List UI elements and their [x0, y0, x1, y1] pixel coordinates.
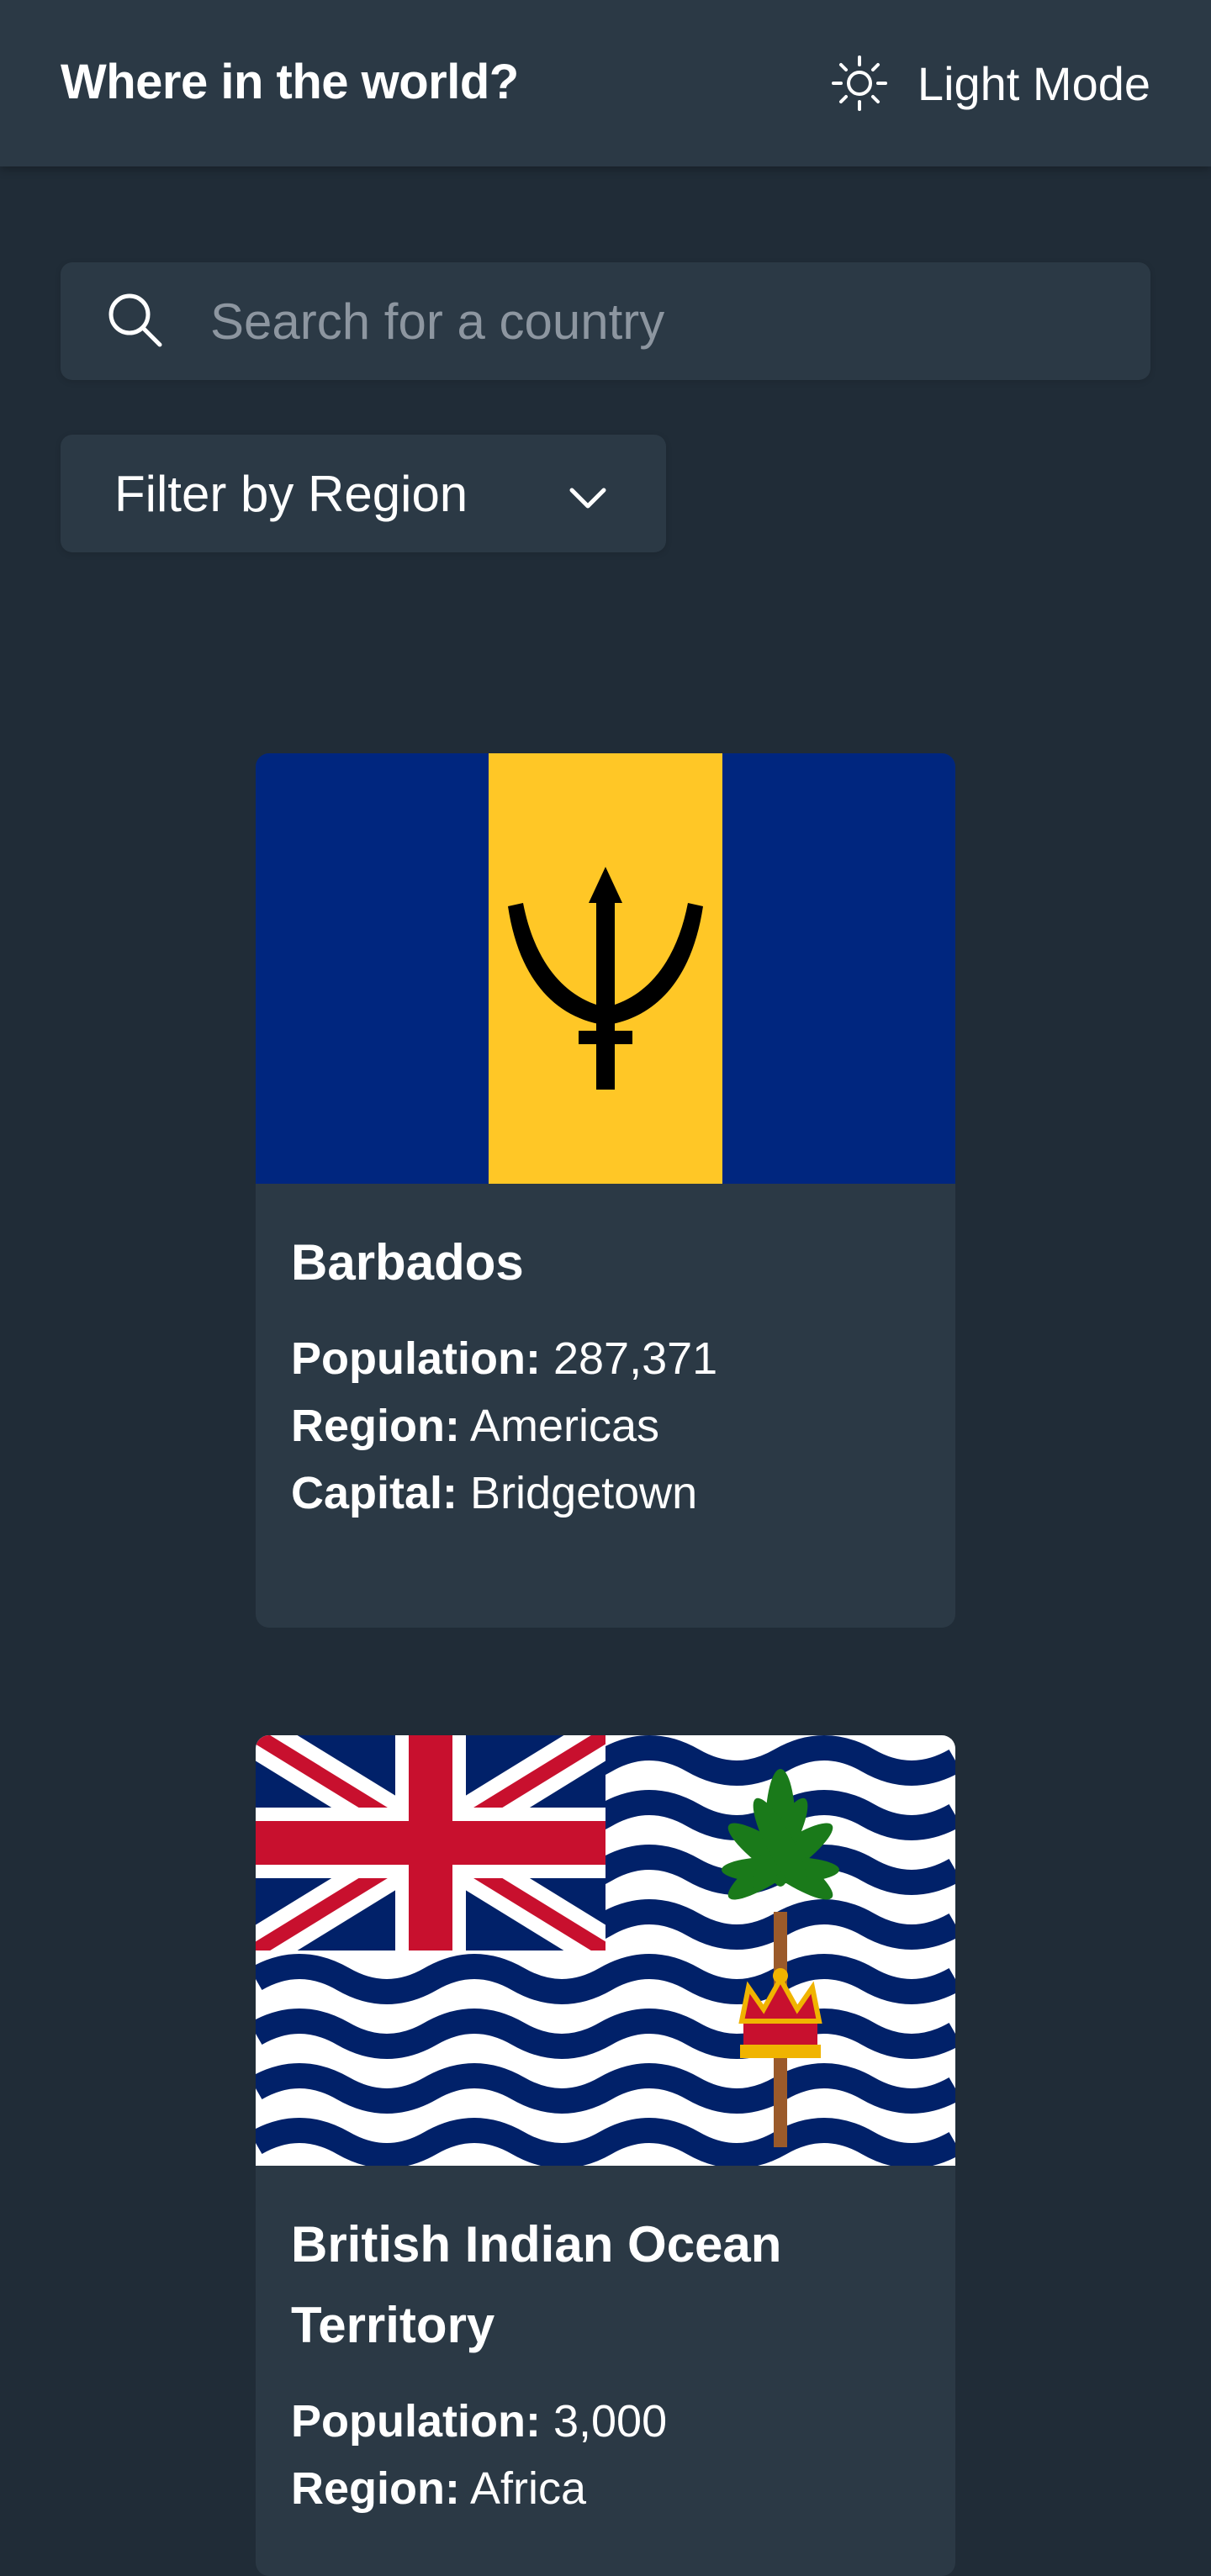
region-filter-dropdown[interactable]: Filter by Region — [61, 435, 666, 552]
search-input[interactable] — [209, 291, 1050, 351]
chevron-down-icon — [568, 465, 607, 523]
capital-label: Capital: — [291, 1468, 458, 1518]
population-label: Population: — [291, 2396, 541, 2447]
region-label: Region: — [291, 2463, 460, 2514]
sun-icon — [830, 54, 889, 113]
theme-toggle-label: Light Mode — [917, 56, 1150, 110]
app-title: Where in the world? — [61, 54, 519, 109]
barbados-flag — [256, 753, 955, 1184]
region-value: Africa — [470, 2463, 587, 2514]
capital-value: Bridgetown — [470, 1468, 698, 1518]
country-name: Barbados — [291, 1234, 524, 1291]
country-card[interactable]: British Indian Ocean Territory Populatio… — [256, 1735, 955, 2576]
country-capital: Capital: Bridgetown — [291, 1460, 920, 1527]
filter-label: Filter by Region — [114, 465, 468, 522]
region-value: Americas — [470, 1401, 660, 1451]
population-value: 3,000 — [553, 2396, 668, 2447]
population-label: Population: — [291, 1333, 541, 1384]
country-population: Population: 3,000 — [291, 2388, 920, 2455]
country-population: Population: 287,371 — [291, 1325, 920, 1392]
search-icon — [104, 289, 165, 354]
population-value: 287,371 — [553, 1333, 718, 1384]
country-name: British Indian Ocean Territory — [291, 2216, 782, 2353]
country-card[interactable]: Barbados Population: 287,371 Region: Ame… — [256, 753, 955, 1628]
country-region: Region: Africa — [291, 2455, 920, 2522]
region-label: Region: — [291, 1401, 460, 1451]
theme-toggle-button[interactable]: Light Mode — [830, 54, 1150, 113]
app-header: Where in the world? Light Mode — [0, 0, 1211, 166]
country-region: Region: Americas — [291, 1392, 920, 1460]
search-bar[interactable] — [61, 262, 1150, 380]
british-indian-ocean-territory-flag — [256, 1735, 955, 2166]
